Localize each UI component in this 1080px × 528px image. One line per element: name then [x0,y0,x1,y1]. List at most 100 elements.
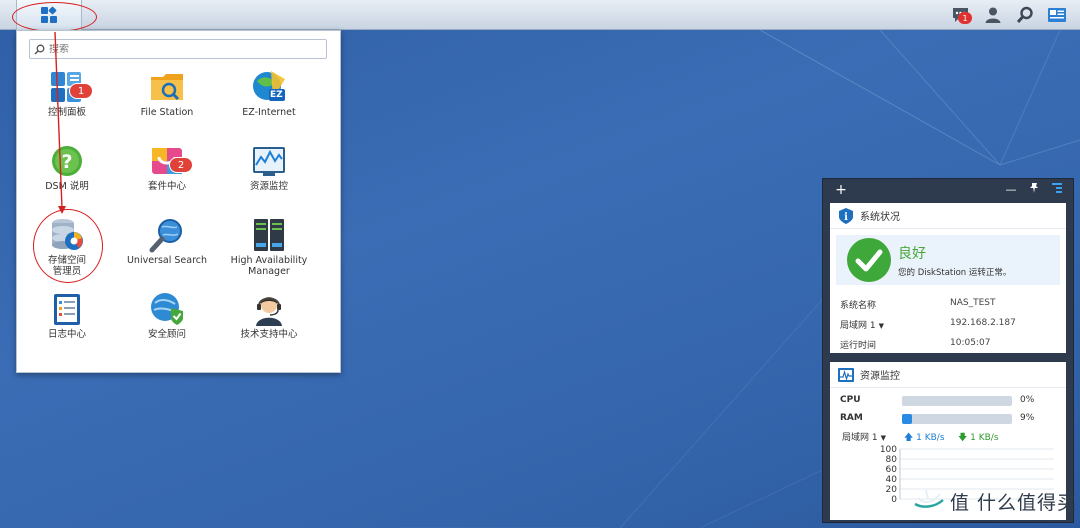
info-value: NAS_TEST [950,298,996,308]
cpu-bar [902,396,1012,406]
info-key: 局域网 1 [840,321,876,331]
app-resource-monitor[interactable]: 资源监控 [224,143,314,192]
info-row-system-name: 系统名称 NAS_TEST [830,293,1066,313]
minimize-widget-button[interactable]: — [1003,182,1019,198]
app-package-center[interactable]: 2 套件中心 [122,143,212,192]
info-icon: i [839,207,853,224]
search-icon [34,44,45,55]
info-value: 10:05:07 [950,338,991,348]
lan-selector[interactable]: 局域网 1 ▼ [842,430,886,443]
arrow-down-icon: 🡇 [958,433,968,443]
pin-widget-button[interactable] [1026,182,1042,198]
app-file-station[interactable]: File Station [122,69,212,118]
cpu-percent: 0% [1020,395,1035,405]
system-health-header: i 系统状况 [830,203,1066,229]
app-label: DSM 说明 [45,181,89,192]
app-high-availability[interactable]: High Availability Manager [224,217,314,277]
status-box: 良好 您的 DiskStation 运转正常。 [836,235,1060,285]
widget-list-icon [1052,183,1062,193]
app-label: 技术支持中心 [240,329,298,340]
app-universal-search[interactable]: Universal Search [122,217,212,266]
chart-tick-label: 100 [880,445,897,455]
user-icon [985,7,1001,23]
ez-text: EZ [270,90,283,100]
check-circle-icon [847,238,891,282]
chart-tick-label: 0 [891,495,897,505]
app-label: 日志中心 [47,329,86,340]
app-security-advisor[interactable]: 安全顾问 [122,291,212,340]
globe-ez-icon: EZ [251,69,287,105]
svg-text:i: i [844,212,848,223]
ram-bar-fill [902,414,912,424]
control-panel-icon: 1 [49,69,93,105]
cpu-label: CPU [840,395,861,405]
app-control-panel[interactable]: 1 控制面板 [22,69,112,118]
notification-badge: 1 [958,12,972,24]
ram-label: RAM [840,413,863,423]
app-dsm-help[interactable]: ? DSM 说明 [22,143,112,192]
app-support-center[interactable]: 技术支持中心 [224,291,314,340]
chart-tick-label: 40 [886,475,898,485]
upload-value: 1 KB/s [916,433,945,443]
menu-search-input[interactable] [49,43,319,55]
universal-search-icon [149,217,185,253]
cpu-row: CPU 0% [830,391,1066,409]
annotation-ellipse-main-menu [12,2,97,32]
system-health-card: i 系统状况 良好 您的 DiskStation 运转正常。 系统名称 NAS_… [830,203,1066,353]
health-status: 良好 [898,246,926,262]
add-widget-button[interactable]: + [833,182,849,198]
taskbar: 1 [0,0,1080,32]
app-label: 资源监控 [249,181,288,192]
widget-settings-button[interactable] [1049,182,1065,198]
folder-icon [149,69,185,105]
chart-tick-label: 20 [886,485,898,495]
security-advisor-icon [149,291,185,327]
resource-monitor-icon [838,367,854,382]
svg-text:?: ? [61,151,72,173]
resource-monitor-icon [251,143,287,179]
ram-row: RAM 9% [830,409,1066,427]
search-icon [1016,6,1033,24]
health-description: 您的 DiskStation 运转正常。 [898,268,1012,278]
ram-bar [902,414,1012,424]
lan-label: 局域网 1 [842,433,878,443]
pin-icon [1030,183,1038,193]
app-label: 安全顾问 [147,329,186,340]
menu-search-box[interactable] [29,39,327,59]
caret-down-icon: ▼ [878,322,884,330]
chart-tick-label: 60 [886,465,898,475]
annotation-circle-storage-manager [33,209,103,283]
info-row-uptime: 运行时间 10:05:07 [830,333,1066,353]
info-key: 运行时间 [840,341,877,351]
network-row: 局域网 1 ▼ 🡅 1 KB/s 🡇 1 KB/s [830,427,1066,443]
info-key: 系统名称 [840,301,877,311]
app-label: File Station [140,107,194,118]
app-label: 套件中心 [147,181,186,192]
app-label: Universal Search [126,255,208,266]
widget-toolbar: + — [823,179,1075,201]
app-ez-internet[interactable]: EZ EZ-Internet [224,69,314,118]
user-button[interactable] [982,5,1004,25]
widgets-button[interactable] [1046,5,1068,25]
widget-panel: + — i 系统状况 良好 您的 DiskStation 运转正常。 系统名称 … [822,178,1074,523]
control-panel-badge: 1 [69,83,93,99]
system-health-title: 系统状况 [860,212,900,223]
search-button[interactable] [1014,5,1036,25]
app-label: EZ-Internet [242,107,296,118]
app-log-center[interactable]: 日志中心 [22,291,112,340]
package-center-icon: 2 [149,143,193,179]
app-label: 控制面板 [47,107,86,118]
server-icon [251,217,287,253]
arrow-up-icon: 🡅 [904,433,914,443]
support-center-icon [251,291,287,327]
resource-monitor-header: 资源监控 [830,362,1066,388]
info-value: 192.168.2.187 [950,318,1016,328]
watermark-logo [914,489,944,508]
chart-tick-label: 80 [886,455,898,465]
lan-selector[interactable]: 局域网 1 ▼ [840,318,884,331]
caret-down-icon: ▼ [880,434,886,442]
download-value: 1 KB/s [970,433,999,443]
log-center-icon [49,291,85,327]
watermark-text: 值 什么值得买 [950,492,1078,514]
app-label: High Availability Manager [230,255,308,277]
